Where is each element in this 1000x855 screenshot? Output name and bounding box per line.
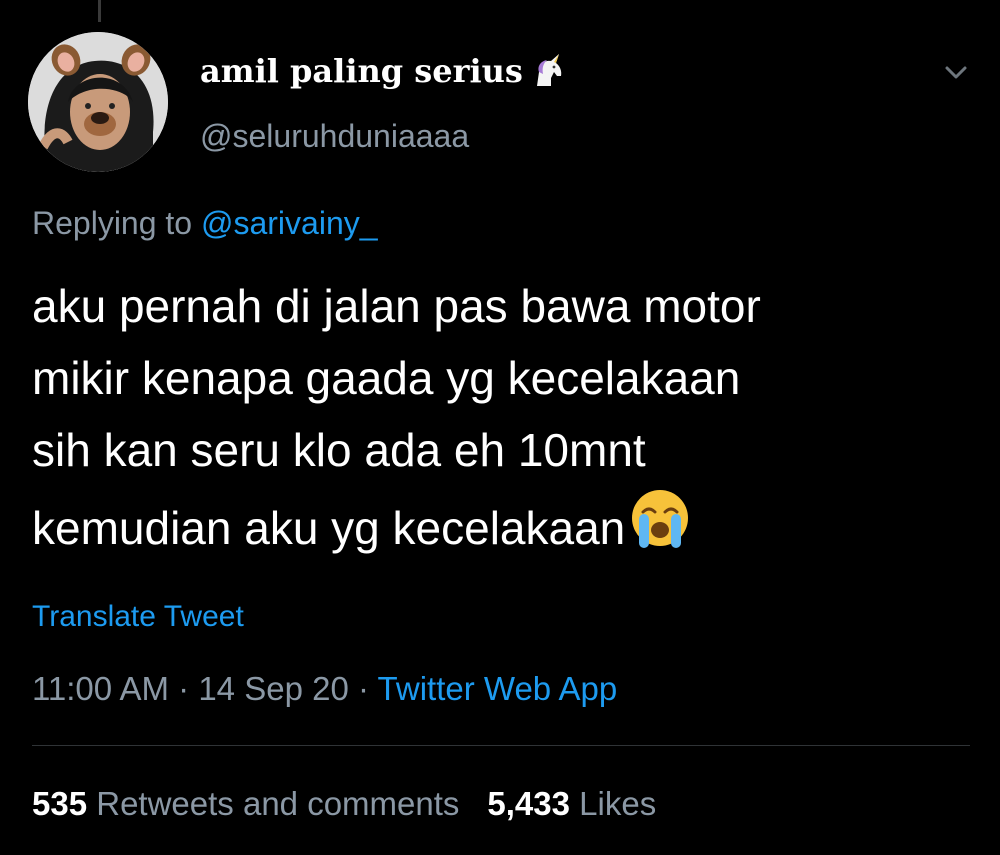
meta-separator: · bbox=[357, 670, 369, 707]
unicorn-icon bbox=[536, 54, 562, 86]
retweets-label: Retweets and comments bbox=[96, 785, 460, 822]
display-name[interactable]: amil paling serius bbox=[200, 52, 567, 90]
replying-prefix: Replying to bbox=[32, 205, 193, 241]
meta-separator: · bbox=[178, 670, 190, 707]
tweet-time[interactable]: 11:00 AM bbox=[32, 670, 169, 707]
display-name-text: amil paling serius bbox=[200, 52, 523, 90]
user-handle[interactable]: @seluruhduniaaaa bbox=[200, 118, 469, 155]
tweet-text-line: kemudian aku yg kecelakaan bbox=[32, 502, 626, 554]
tweet-date[interactable]: 14 Sep 20 bbox=[198, 670, 348, 707]
likes-count: 5,433 bbox=[487, 785, 570, 822]
likes-stat[interactable]: 5,433 Likes bbox=[487, 785, 656, 822]
tweet-text-line: mikir kenapa gaada yg kecelakaan bbox=[32, 352, 741, 404]
tweet-text-line: aku pernah di jalan pas bawa motor bbox=[32, 280, 761, 332]
avatar[interactable] bbox=[28, 32, 168, 172]
retweets-count: 535 bbox=[32, 785, 88, 822]
tweet-text: aku pernah di jalan pas bawa motor mikir… bbox=[32, 270, 982, 564]
reply-mention-link[interactable]: @sarivainy_ bbox=[201, 205, 378, 241]
retweets-stat[interactable]: 535 Retweets and comments bbox=[32, 785, 459, 822]
thread-connector-line bbox=[98, 0, 101, 22]
avatar-image bbox=[28, 32, 168, 172]
chevron-down-icon[interactable] bbox=[938, 54, 974, 90]
tweet-text-line-last: kemudian aku yg kecelakaan bbox=[32, 486, 982, 564]
likes-label: Likes bbox=[579, 785, 657, 822]
translate-tweet-link[interactable]: Translate Tweet bbox=[32, 600, 244, 634]
tweet-source-link[interactable]: Twitter Web App bbox=[378, 670, 618, 707]
tweet-text-line: sih kan seru klo ada eh 10mnt bbox=[32, 424, 646, 476]
replying-to: Replying to @sarivainy_ bbox=[32, 205, 378, 242]
loudly-crying-face-icon bbox=[632, 490, 689, 548]
divider bbox=[32, 745, 970, 746]
tweet-meta: 11:00 AM · 14 Sep 20 · Twitter Web App bbox=[32, 670, 617, 708]
tweet-stats: 535 Retweets and comments 5,433 Likes bbox=[32, 785, 656, 823]
